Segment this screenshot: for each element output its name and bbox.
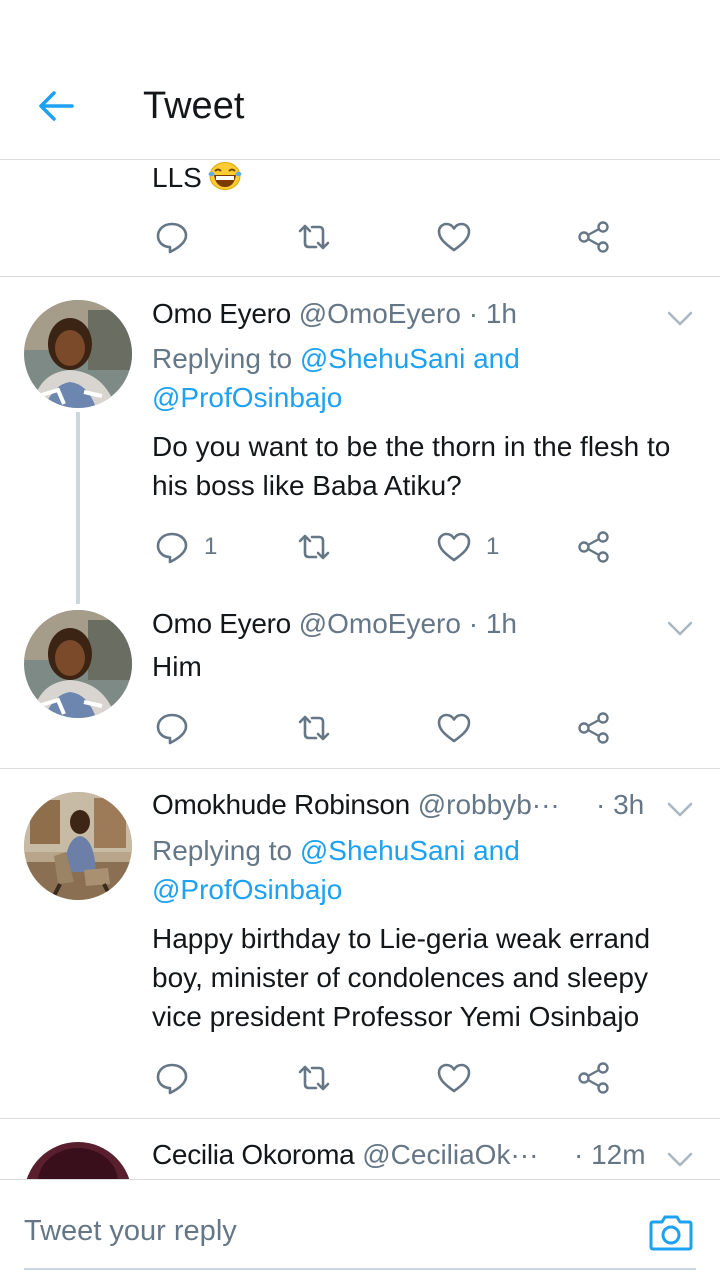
thread-connector xyxy=(76,412,80,604)
like-button[interactable] xyxy=(436,706,472,750)
share-button[interactable] xyxy=(576,706,612,750)
retweet-button[interactable] xyxy=(296,215,332,259)
snippet-text: LLS xyxy=(152,162,202,193)
author-name[interactable]: Omo Eyero xyxy=(152,608,291,639)
retweet-icon xyxy=(298,1065,330,1091)
chevron-down-icon[interactable] xyxy=(664,793,696,825)
divider xyxy=(0,276,720,277)
replying-prefix: Replying to xyxy=(152,343,293,374)
tweet-text-line: his boss like Baba Atiku? xyxy=(152,470,462,501)
previous-tweet-text: LLS xyxy=(152,161,242,193)
author-name[interactable]: Cecilia Okoroma xyxy=(152,1139,355,1170)
tweet-text-line: Him xyxy=(152,651,202,682)
author-handle[interactable]: @OmoEyero xyxy=(299,298,461,329)
tweet-text-line: Do you want to be the thorn in the flesh… xyxy=(152,431,671,462)
tweet-actions xyxy=(152,706,622,750)
conversation-feed[interactable]: LLS Omo Eyero @OmoEyero · 1h Replying to… xyxy=(0,161,720,1179)
laughing-tears-emoji-icon xyxy=(208,161,242,191)
chevron-down-icon[interactable] xyxy=(664,612,696,644)
chevron-down-icon[interactable] xyxy=(664,1143,696,1175)
avatar[interactable] xyxy=(24,792,132,900)
reply-count: 1 xyxy=(204,533,218,560)
tweet-text-line: boy, minister of condolences and sleepy xyxy=(152,962,648,993)
chevron-down-icon[interactable] xyxy=(664,302,696,334)
tweet-header: Omo Eyero @OmoEyero · 1h xyxy=(152,607,690,641)
share-icon xyxy=(578,1062,609,1094)
share-button[interactable] xyxy=(576,525,612,569)
back-arrow-icon[interactable] xyxy=(34,84,78,128)
retweet-button[interactable] xyxy=(296,525,332,569)
like-count: 1 xyxy=(486,533,500,560)
reply-button[interactable] xyxy=(154,706,190,750)
heart-icon xyxy=(437,713,471,743)
mention-join: and xyxy=(473,343,520,374)
like-button[interactable] xyxy=(436,1056,472,1100)
reply-icon xyxy=(156,222,188,254)
author-handle[interactable]: @OmoEyero xyxy=(299,608,461,639)
author-handle[interactable]: @CeciliaOk··· xyxy=(362,1139,538,1170)
page-title: Tweet xyxy=(143,85,245,127)
top-app-bar: Tweet xyxy=(0,0,720,160)
input-underline xyxy=(24,1268,696,1270)
reply-button[interactable]: 1 xyxy=(154,525,217,569)
reply-composer xyxy=(0,1179,720,1280)
share-icon xyxy=(578,221,609,253)
share-button[interactable] xyxy=(576,1056,612,1100)
replying-prefix: Replying to xyxy=(152,835,293,866)
like-button[interactable]: 1 xyxy=(436,525,499,569)
tweet-text: Do you want to be the thorn in the flesh… xyxy=(152,427,700,505)
retweet-icon xyxy=(298,224,330,250)
mention-join: and xyxy=(473,835,520,866)
tweet-time: · 3h xyxy=(596,789,645,820)
share-button[interactable] xyxy=(576,215,612,259)
reply-icon xyxy=(156,532,188,564)
tweet-actions: 1 1 xyxy=(152,525,622,569)
tweet-text: Him xyxy=(152,647,700,686)
heart-icon xyxy=(437,532,471,562)
retweet-button[interactable] xyxy=(296,706,332,750)
tweet-time: · 1h xyxy=(468,608,517,639)
tweet-text-line: Happy birthday to Lie-geria weak errand xyxy=(152,923,651,954)
author-handle[interactable]: @robbyb··· xyxy=(418,789,560,820)
reply-button[interactable] xyxy=(154,215,190,259)
avatar[interactable] xyxy=(24,1142,132,1179)
divider xyxy=(0,1118,720,1119)
like-button[interactable] xyxy=(436,215,472,259)
share-icon xyxy=(578,712,609,744)
tweet-text: Happy birthday to Lie-geria weak errand … xyxy=(152,919,700,1036)
tweet-actions xyxy=(152,1056,622,1100)
reply-input[interactable] xyxy=(24,1200,624,1262)
reply-icon xyxy=(156,1063,188,1095)
divider xyxy=(0,768,720,769)
tweet-time: · 12m xyxy=(574,1139,646,1170)
mention-link[interactable]: @ShehuSani xyxy=(300,835,465,866)
avatar[interactable] xyxy=(24,300,132,408)
tweet-text-line: vice president Professor Yemi Osinbajo xyxy=(152,1001,640,1032)
retweet-icon xyxy=(298,534,330,560)
replying-to: Replying to @ShehuSani and @ProfOsinbajo xyxy=(152,831,692,909)
avatar[interactable] xyxy=(24,610,132,718)
retweet-icon xyxy=(298,715,330,741)
tweet-header: Omo Eyero @OmoEyero · 1h xyxy=(152,297,690,331)
tweet-actions xyxy=(152,215,622,259)
heart-icon xyxy=(437,1063,471,1093)
heart-icon xyxy=(437,222,471,252)
replying-to: Replying to @ShehuSani and @ProfOsinbajo xyxy=(152,339,692,417)
share-icon xyxy=(578,531,609,563)
camera-icon[interactable] xyxy=(648,1210,694,1254)
mention-link[interactable]: @ProfOsinbajo xyxy=(152,874,342,905)
reply-icon xyxy=(156,713,188,745)
author-name[interactable]: Omokhude Robinson xyxy=(152,789,410,820)
retweet-button[interactable] xyxy=(296,1056,332,1100)
reply-button[interactable] xyxy=(154,1056,190,1100)
mention-link[interactable]: @ShehuSani xyxy=(300,343,465,374)
mention-link[interactable]: @ProfOsinbajo xyxy=(152,382,342,413)
tweet-time: · 1h xyxy=(468,298,517,329)
author-name[interactable]: Omo Eyero xyxy=(152,298,291,329)
